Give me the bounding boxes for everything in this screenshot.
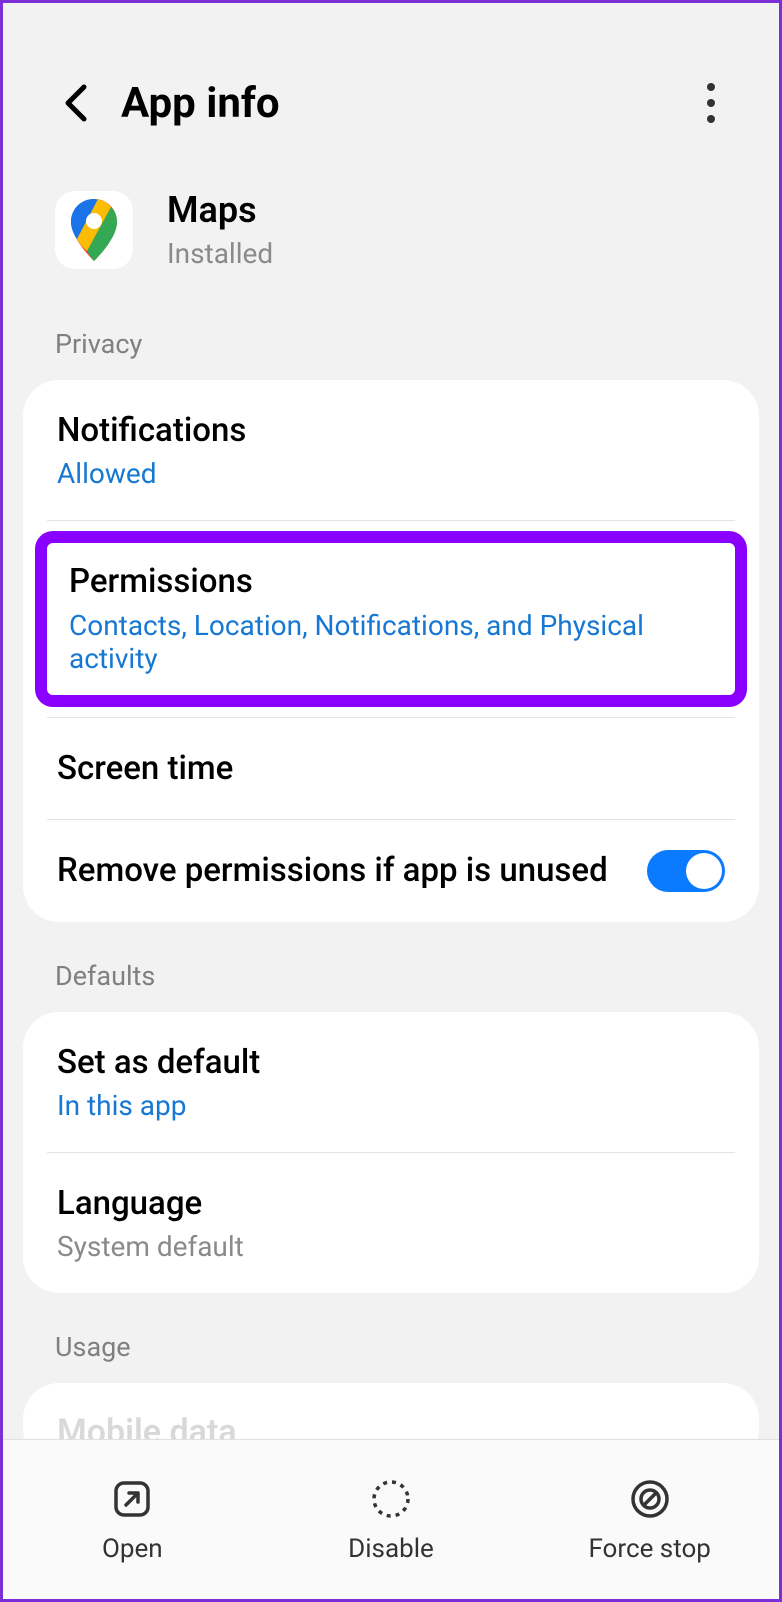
back-button[interactable] xyxy=(55,83,95,123)
section-header-defaults: Defaults xyxy=(3,936,779,1006)
open-button[interactable]: Open xyxy=(3,1440,262,1599)
force-stop-icon xyxy=(627,1476,673,1522)
row-value: Allowed xyxy=(57,457,725,490)
force-stop-label: Force stop xyxy=(588,1534,710,1564)
disable-label: Disable xyxy=(348,1534,434,1564)
defaults-card: Set as default In this app Language Syst… xyxy=(23,1012,759,1294)
row-title: Screen time xyxy=(57,748,725,789)
row-screen-time[interactable]: Screen time xyxy=(23,718,759,819)
open-label: Open xyxy=(102,1534,163,1564)
header: App info xyxy=(3,3,779,161)
dot-icon xyxy=(707,115,715,123)
app-header: Maps Installed xyxy=(3,161,779,304)
disable-button[interactable]: Disable xyxy=(262,1440,521,1599)
section-header-privacy: Privacy xyxy=(3,304,779,374)
row-notifications[interactable]: Notifications Allowed xyxy=(23,380,759,520)
row-title: Set as default xyxy=(57,1042,725,1083)
toggle-remove-permissions[interactable] xyxy=(647,850,725,892)
dashed-circle-icon xyxy=(368,1476,414,1522)
google-maps-pin-icon xyxy=(71,199,117,261)
row-title: Notifications xyxy=(57,410,725,451)
dot-icon xyxy=(707,99,715,107)
highlight-permissions: Permissions Contacts, Location, Notifica… xyxy=(35,531,747,706)
force-stop-button[interactable]: Force stop xyxy=(520,1440,779,1599)
page-title: App info xyxy=(121,79,691,128)
row-title: Remove permissions if app is unused xyxy=(57,850,627,891)
dot-icon xyxy=(707,83,715,91)
divider xyxy=(47,520,735,521)
open-external-icon xyxy=(109,1476,155,1522)
row-title: Language xyxy=(57,1183,725,1224)
row-value: System default xyxy=(57,1230,725,1263)
section-header-usage: Usage xyxy=(3,1307,779,1377)
row-set-default[interactable]: Set as default In this app xyxy=(23,1012,759,1152)
privacy-card: Notifications Allowed Permissions Contac… xyxy=(23,380,759,922)
row-remove-permissions[interactable]: Remove permissions if app is unused xyxy=(23,820,759,922)
row-value: In this app xyxy=(57,1089,725,1122)
row-value: Contacts, Location, Notifications, and P… xyxy=(69,609,713,675)
app-status: Installed xyxy=(167,237,273,270)
bottom-action-bar: Open Disable Force stop xyxy=(3,1439,779,1599)
chevron-left-icon xyxy=(62,83,88,123)
app-name: Maps xyxy=(167,189,273,231)
row-language[interactable]: Language System default xyxy=(23,1153,759,1293)
app-icon xyxy=(55,191,133,269)
row-title: Permissions xyxy=(69,561,713,602)
row-permissions[interactable]: Permissions Contacts, Location, Notifica… xyxy=(47,543,735,694)
overflow-menu-button[interactable] xyxy=(691,75,731,131)
